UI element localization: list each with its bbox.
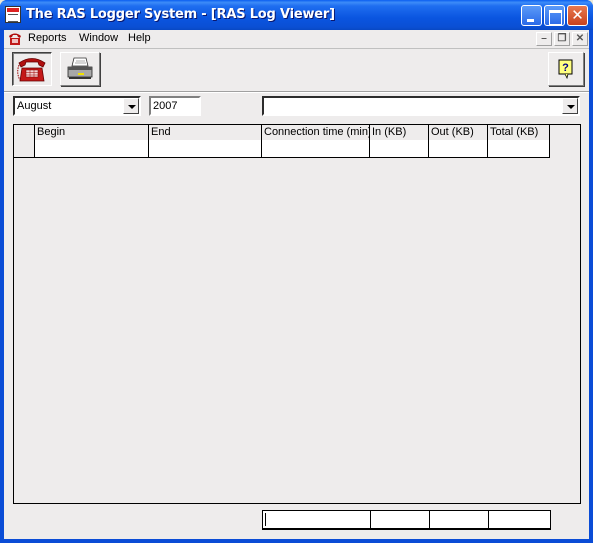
column-header-end[interactable]: End xyxy=(149,125,262,141)
toolbar-separator xyxy=(4,91,589,93)
help-button[interactable]: ? xyxy=(548,52,584,86)
year-value: 2007 xyxy=(153,100,178,112)
total-total[interactable] xyxy=(489,511,551,529)
total-connection-time[interactable] xyxy=(263,511,371,529)
cell-out[interactable] xyxy=(429,140,488,158)
column-header-out[interactable]: Out (KB) xyxy=(429,125,488,141)
month-value: August xyxy=(17,100,52,112)
total-out[interactable] xyxy=(430,511,489,529)
title-bar[interactable]: The RAS Logger System - [RAS Log Viewer]… xyxy=(0,0,593,30)
column-header-connection-time[interactable]: Connection time (min) xyxy=(262,125,370,141)
app-icon xyxy=(5,6,21,23)
close-button[interactable]: ✕ xyxy=(567,5,588,26)
client-area: Reports Window Help – ❐ ✕ ? August 2007 … xyxy=(4,30,589,539)
maximize-button[interactable] xyxy=(544,5,565,26)
chevron-down-icon[interactable] xyxy=(123,98,139,114)
year-input[interactable]: 2007 xyxy=(149,96,201,116)
text-caret xyxy=(265,513,266,526)
row-header-corner xyxy=(14,125,35,141)
cell-connection-time[interactable] xyxy=(262,140,370,158)
month-select[interactable]: August xyxy=(13,96,141,116)
connection-select[interactable] xyxy=(262,96,580,116)
menu-separator xyxy=(4,48,589,49)
connection-log-button[interactable] xyxy=(12,52,52,86)
column-header-in[interactable]: In (KB) xyxy=(370,125,429,141)
cell-end[interactable] xyxy=(149,140,262,158)
window-bottom-border xyxy=(0,539,593,543)
child-restore-button[interactable]: ❐ xyxy=(554,32,570,46)
print-button[interactable] xyxy=(60,52,100,86)
totals-row xyxy=(262,510,551,530)
telephone-icon[interactable] xyxy=(7,31,23,46)
menu-bar: Reports Window Help – ❐ ✕ xyxy=(4,30,589,48)
chevron-down-icon[interactable] xyxy=(562,98,578,114)
window-title: The RAS Logger System - [RAS Log Viewer] xyxy=(26,7,335,22)
row-selector[interactable] xyxy=(14,140,35,158)
grid-header: Begin End Connection time (min) In (KB) … xyxy=(14,125,550,141)
cell-in[interactable] xyxy=(370,140,429,158)
telephone-icon xyxy=(17,58,46,82)
printer-icon xyxy=(67,57,93,79)
column-header-total[interactable]: Total (KB) xyxy=(488,125,550,141)
svg-text:?: ? xyxy=(562,62,569,74)
menu-window[interactable]: Window xyxy=(77,32,120,44)
help-icon: ? xyxy=(558,59,573,80)
cell-begin[interactable] xyxy=(35,140,149,158)
child-close-button[interactable]: ✕ xyxy=(572,32,588,46)
log-grid[interactable]: Begin End Connection time (min) In (KB) … xyxy=(13,124,581,504)
column-header-begin[interactable]: Begin xyxy=(35,125,149,141)
table-row[interactable] xyxy=(14,140,550,158)
child-minimize-button[interactable]: – xyxy=(536,32,552,46)
cell-total[interactable] xyxy=(488,140,550,158)
total-in[interactable] xyxy=(371,511,430,529)
menu-reports[interactable]: Reports xyxy=(26,32,69,44)
menu-help[interactable]: Help xyxy=(126,32,153,44)
app-window: The RAS Logger System - [RAS Log Viewer]… xyxy=(0,0,593,543)
minimize-button[interactable] xyxy=(521,5,542,26)
